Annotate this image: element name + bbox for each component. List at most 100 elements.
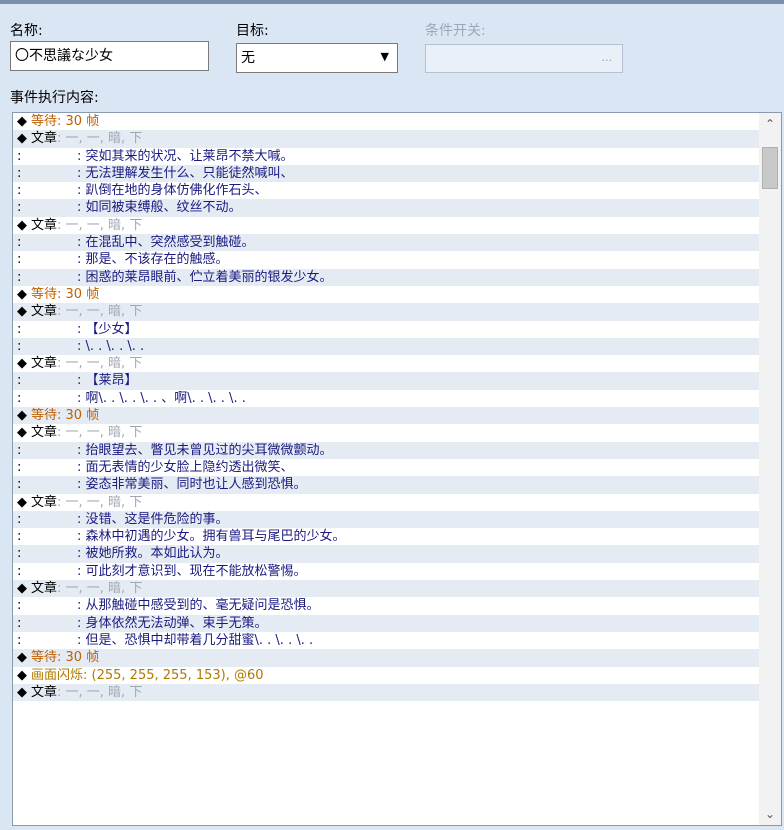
command-name: 文章 — [31, 581, 58, 597]
scroll-up-icon[interactable]: ⌃ — [759, 113, 781, 135]
list-item[interactable]: :: 在混乱中、突然感受到触碰。 — [13, 234, 759, 252]
message-line-text: : 但是、恐惧中却带着几分甜蜜\. . \. . \. . — [77, 632, 314, 648]
command-name: 等待 — [31, 650, 58, 666]
list-item[interactable]: ◆ 文章: 一, 一, 暗, 下 — [13, 424, 759, 441]
command-name: 文章 — [31, 494, 58, 510]
list-item[interactable]: : : 森林中初遇的少女。拥有兽耳与尾巴的少女。 — [13, 528, 759, 545]
message-line-text: : 如同被束缚般、纹丝不动。 — [77, 200, 242, 216]
list-item[interactable]: ◆ 等待: 30 帧 — [13, 407, 759, 425]
command-name: 文章 — [31, 131, 58, 147]
condition-switch-label: 条件开关: — [425, 23, 486, 39]
target-select-value: 无 — [241, 50, 255, 66]
continuation-mark: : — [17, 598, 22, 614]
command-bullet-icon: ◆ — [17, 425, 27, 441]
ellipsis-icon: ... — [601, 51, 613, 64]
condition-switch-button[interactable]: ... — [425, 44, 623, 73]
command-bullet-icon: ◆ — [17, 131, 27, 147]
continuation-mark: : — [17, 165, 22, 181]
continuation-mark: : — [17, 390, 22, 406]
list-item[interactable]: :: 身体依然无法动弹、束手无策。 — [13, 614, 759, 632]
list-item[interactable]: ◆ 文章: 一, 一, 暗, 下 — [13, 303, 759, 321]
continuation-mark: : — [17, 269, 22, 285]
command-name: 文章 — [31, 425, 58, 441]
message-line-text: : \. . \. . \. . — [77, 338, 145, 354]
command-name: 画面闪烁 — [31, 667, 84, 683]
scroll-thumb[interactable] — [762, 147, 778, 189]
list-item[interactable]: ◆ 画面闪烁: (255, 255, 255, 153), @60 — [13, 667, 759, 684]
command-args: : 30 帧 — [57, 114, 100, 129]
target-select[interactable]: 无 ▼ — [236, 43, 398, 73]
message-line-text: : 姿态非常美丽、同时也让人感到恐惧。 — [77, 477, 307, 493]
command-args: : 一, 一, 暗, 下 — [57, 684, 143, 700]
message-line-text: : 那是、不该存在的触感。 — [77, 252, 229, 268]
message-line-text: : 【莱昂】 — [77, 373, 138, 389]
command-args: : 一, 一, 暗, 下 — [57, 356, 143, 372]
command-args: : 一, 一, 暗, 下 — [57, 217, 143, 233]
vertical-scrollbar[interactable]: ⌃ ⌄ — [759, 113, 781, 825]
list-item[interactable]: ◆ 文章: 一, 一, 暗, 下 — [13, 217, 759, 234]
continuation-mark: : — [17, 615, 22, 631]
continuation-mark: : — [17, 148, 22, 164]
event-command-list[interactable]: ◆ 等待: 30 帧 ◆ 文章: 一, 一, 暗, 下:: 突如其来的状况、让莱昂不禁… — [12, 112, 782, 826]
continuation-mark: : — [17, 511, 22, 527]
list-item[interactable]: ◆ 等待: 30 帧 — [13, 113, 759, 130]
list-item[interactable]: :: 被她所救。本如此认为。 — [13, 545, 759, 563]
continuation-mark: : — [17, 321, 22, 337]
command-bullet-icon: ◆ — [17, 114, 27, 129]
name-label: 名称: — [10, 23, 43, 39]
message-line-text: : 没错、这是件危险的事。 — [77, 511, 229, 527]
list-item[interactable]: :: 突如其来的状况、让莱昂不禁大喊。 — [13, 148, 759, 165]
list-item[interactable]: ◆ 等待: 30 帧 — [13, 286, 759, 303]
list-item[interactable]: :: 那是、不该存在的触感。 — [13, 251, 759, 268]
message-line-text: : 【少女】 — [77, 321, 138, 337]
list-item[interactable]: ◆ 文章: 一, 一, 暗, 下 — [13, 130, 759, 148]
command-name: 文章 — [31, 304, 58, 320]
list-item[interactable]: :: 从那触碰中感受到的、毫无疑问是恐惧。 — [13, 597, 759, 614]
event-content-label: 事件执行内容: — [10, 90, 99, 106]
continuation-mark: : — [17, 442, 22, 458]
name-field[interactable]: 〇不思議な少女 — [10, 41, 209, 71]
list-item[interactable]: :: 姿态非常美丽、同时也让人感到恐惧。 — [13, 476, 759, 494]
message-line-text: : 无法理解发生什么、只能徒然喊叫、 — [77, 165, 294, 181]
list-item[interactable]: : : 抬眼望去、瞥见未曾见过的尖耳微微颤动。 — [13, 441, 759, 459]
list-item[interactable]: :: 啊\. . \. . \. . 、啊\. . \. . \. . — [13, 390, 759, 407]
list-item[interactable]: :: 趴倒在地的身体仿佛化作石头、 — [13, 182, 759, 199]
command-args: : 30 帧 — [57, 286, 100, 302]
list-item[interactable]: :: 【莱昂】 — [13, 372, 759, 390]
message-line-text: : 面无表情的少女脸上隐约透出微笑、 — [77, 459, 294, 475]
list-item[interactable]: :: 如同被束缚般、纹丝不动。 — [13, 199, 759, 217]
list-item[interactable]: ◆ 文章: 一, 一, 暗, 下 — [13, 355, 759, 372]
command-args: : 30 帧 — [57, 650, 100, 666]
list-item[interactable]: ◆ 文章: 一, 一, 暗, 下 — [13, 683, 759, 702]
command-bullet-icon: ◆ — [17, 581, 27, 597]
command-name: 等待 — [31, 286, 58, 302]
command-bullet-icon: ◆ — [17, 304, 27, 320]
command-name: 等待 — [31, 114, 58, 129]
command-args: : (255, 255, 255, 153), @60 — [83, 667, 264, 683]
command-bullet-icon: ◆ — [17, 684, 27, 700]
continuation-mark: : — [17, 235, 22, 251]
list-item[interactable]: : : \. . \. . \. . — [13, 337, 759, 356]
command-args: : 一, 一, 暗, 下 — [57, 425, 143, 441]
list-item[interactable]: ◆ 等待: 30 帧 — [13, 649, 759, 667]
command-name: 文章 — [31, 684, 58, 700]
list-item[interactable]: ◆ 文章: 一, 一, 暗, 下 — [13, 580, 759, 598]
list-item[interactable]: :: 可此刻才意识到、现在不能放松警惕。 — [13, 563, 759, 580]
message-line-text: : 抬眼望去、瞥见未曾见过的尖耳微微颤动。 — [77, 442, 333, 458]
command-bullet-icon: ◆ — [17, 286, 27, 302]
command-bullet-icon: ◆ — [17, 217, 27, 233]
list-item[interactable]: : : 无法理解发生什么、只能徒然喊叫、 — [13, 164, 759, 183]
scroll-down-icon[interactable]: ⌄ — [759, 803, 781, 825]
list-item[interactable]: :: 面无表情的少女脸上隐约透出微笑、 — [13, 459, 759, 476]
target-label: 目标: — [236, 23, 269, 39]
command-bullet-icon: ◆ — [17, 650, 27, 666]
list-item[interactable]: : : 没错、这是件危险的事。 — [13, 510, 759, 529]
continuation-mark: : — [17, 529, 22, 545]
continuation-mark: : — [17, 338, 22, 354]
message-line-text: : 森林中初遇的少女。拥有兽耳与尾巴的少女。 — [77, 529, 346, 545]
list-item[interactable]: ◆ 文章: 一, 一, 暗, 下 — [13, 494, 759, 511]
list-item[interactable]: :: 但是、恐惧中却带着几分甜蜜\. . \. . \. . — [13, 632, 759, 649]
continuation-mark: : — [17, 546, 22, 562]
list-item[interactable]: : : 【少女】 — [13, 321, 759, 338]
list-item[interactable]: :: 困惑的莱昂眼前、伫立着美丽的银发少女。 — [13, 268, 759, 286]
